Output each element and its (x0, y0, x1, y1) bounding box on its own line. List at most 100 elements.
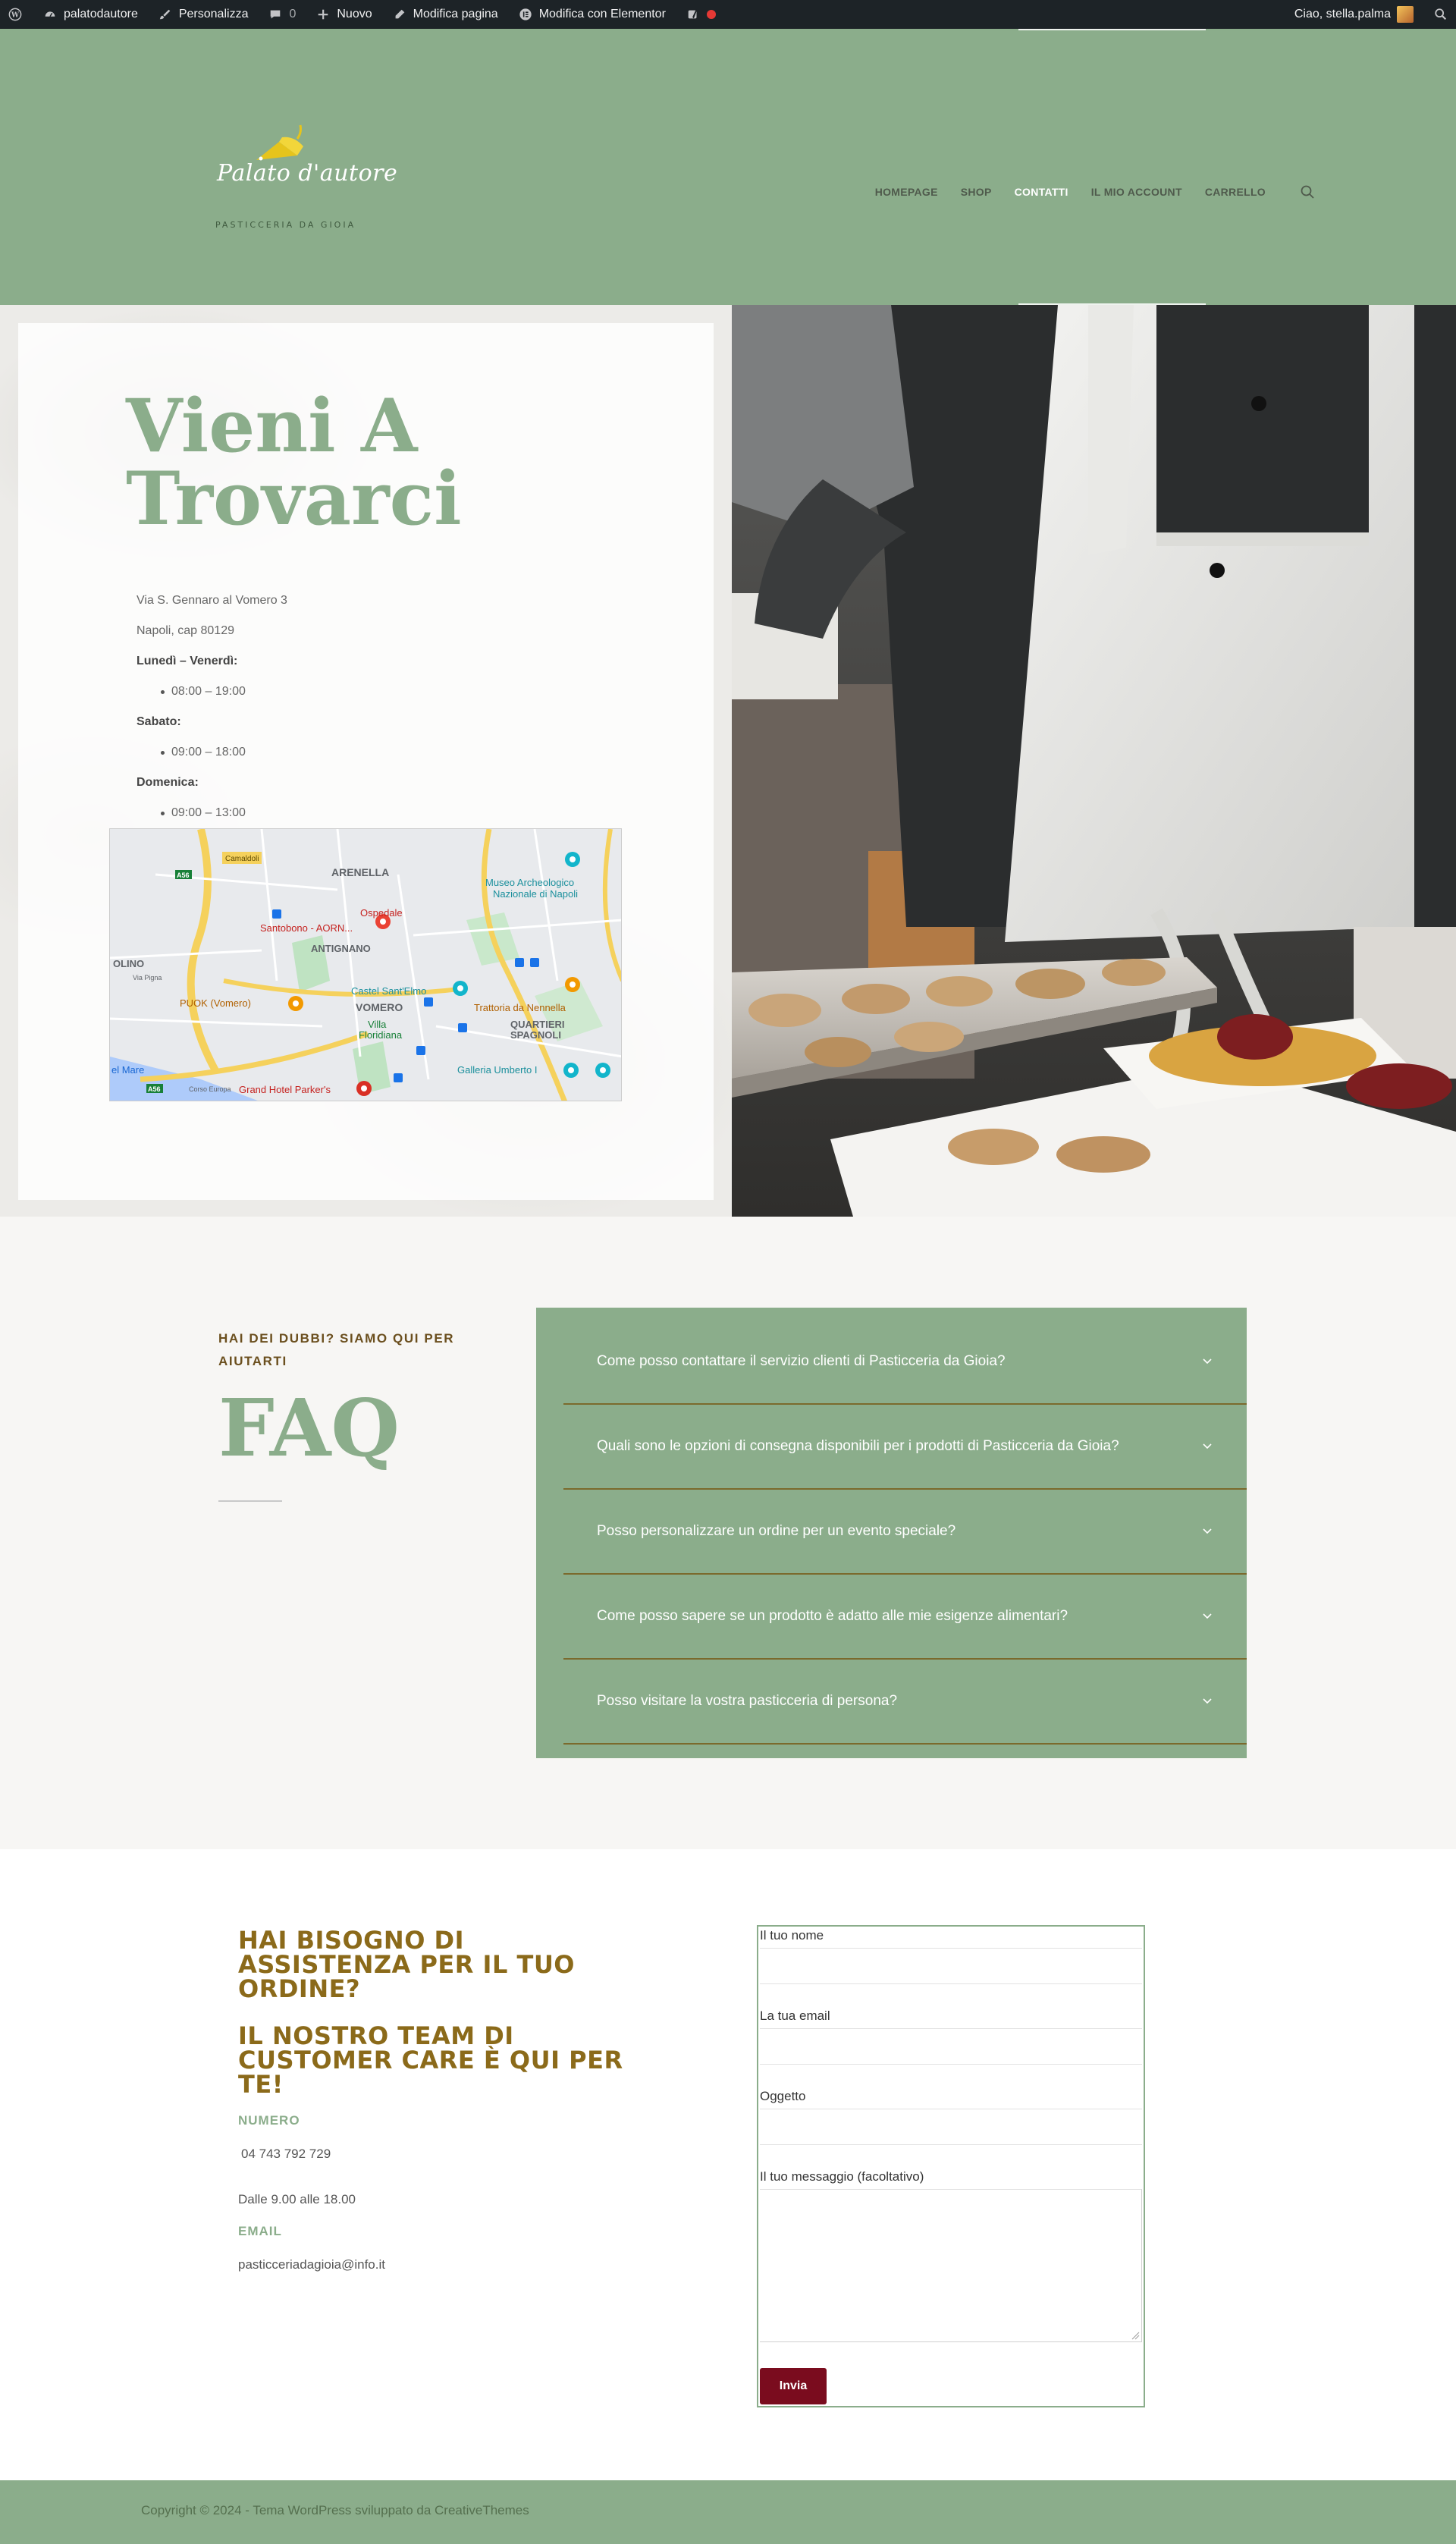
email-address[interactable]: pasticceriadagioia@info.it (238, 2257, 385, 2272)
site-header: Palato d'autore PASTICCERIA DA GIOIA HOM… (0, 29, 1456, 305)
map-label-antignano: ANTIGNANO (311, 943, 371, 954)
comment-bubble-icon (268, 7, 283, 22)
map-label-a56-2: A56 (148, 1085, 161, 1093)
hotel-pin-icon-dot (361, 1085, 367, 1091)
faq-item[interactable]: Quali sono le opzioni di consegna dispon… (563, 1405, 1247, 1490)
hero-left-panel: Vieni A Trovarci Via S. Gennaro al Vomer… (0, 305, 732, 1217)
landmark-pin-icon-dot (600, 1067, 606, 1073)
restaurant-pin-icon-dot (293, 1000, 299, 1007)
restaurant-pin-icon-dot (570, 981, 576, 988)
admin-elementor-button[interactable]: Modifica con Elementor (518, 0, 666, 29)
transit-stop-icon (515, 958, 524, 967)
faq-item[interactable]: Come posso sapere se un prodotto è adatt… (563, 1575, 1247, 1660)
hours-time-sunday: 09:00 – 13:00 (136, 798, 516, 828)
header-search-icon[interactable] (1299, 184, 1316, 200)
faq-title: FAQ (218, 1381, 400, 1475)
map-label-via-pigna: Via Pigna (133, 974, 162, 981)
support-hours: Dalle 9.00 alle 18.00 (238, 2192, 356, 2206)
support-email-block: EMAIL (238, 2224, 282, 2239)
seo-status-dot (706, 10, 716, 19)
map-label-villa-2: Floridiana (359, 1029, 403, 1041)
faq-question: Posso personalizzare un ordine per un ev… (597, 1523, 956, 1539)
hours-list-weekdays: 08:00 – 19:00 (136, 677, 516, 707)
hours-day-saturday: Sabato: (136, 715, 181, 728)
faq-item[interactable]: Posso visitare la vostra pasticceria di … (563, 1660, 1247, 1745)
map-label-arenella: ARENELLA (331, 866, 389, 878)
faq-list: Come posso contattare il servizio client… (563, 1320, 1247, 1745)
map-label-museo-2: Nazionale di Napoli (493, 888, 578, 900)
faq-item[interactable]: Come posso contattare il servizio client… (563, 1320, 1247, 1405)
faq-question: Come posso contattare il servizio client… (597, 1353, 1006, 1369)
search-icon (1433, 7, 1448, 22)
admin-bar: W palatodautore Personalizza 0 Nuovo Mod… (0, 0, 1456, 29)
paintbrush-icon (158, 7, 173, 22)
nav-item-il-mio-account[interactable]: IL MIO ACCOUNT (1091, 186, 1182, 198)
nav-item-homepage[interactable]: HOMEPAGE (875, 186, 938, 198)
support-hours-block: Dalle 9.00 alle 18.00 (238, 2192, 356, 2207)
logo-script-text: Palato d'autore (217, 160, 398, 187)
name-field[interactable] (760, 1948, 1142, 1984)
transit-stop-icon (530, 958, 539, 967)
nav-item-contatti[interactable]: CONTATTI (1015, 186, 1068, 198)
map-label-villa-1: Villa (368, 1019, 387, 1030)
subject-field[interactable] (760, 2109, 1142, 2145)
resize-grip-icon[interactable] (1131, 2331, 1140, 2340)
shopping-pin-icon-dot (568, 1067, 574, 1073)
faq-divider (218, 1500, 282, 1502)
message-textarea[interactable] (760, 2189, 1142, 2342)
hours-time-weekdays: 08:00 – 19:00 (136, 677, 516, 707)
nav-item-shop[interactable]: SHOP (961, 186, 992, 198)
email-field[interactable] (760, 2028, 1142, 2065)
admin-bar-right: Ciao, stella.palma (1294, 0, 1448, 29)
faq-question: Quali sono le opzioni di consegna dispon… (597, 1438, 1119, 1454)
map-label-quartieri-1: QUARTIERI (510, 1019, 565, 1030)
submit-button[interactable]: Invia (760, 2368, 827, 2404)
subject-field-label: Oggetto (760, 2089, 806, 2103)
number-label: NUMERO (238, 2113, 300, 2128)
map-label-corso: Corso Europa (189, 1085, 231, 1093)
elementor-icon (518, 7, 533, 22)
transit-stop-icon (272, 909, 281, 919)
faq-accordion: Come posso contattare il servizio client… (536, 1308, 1247, 1758)
admin-new-button[interactable]: Nuovo (315, 0, 372, 29)
admin-customize-button[interactable]: Personalizza (158, 0, 248, 29)
contact-info: Via S. Gennaro al Vomero 3 Napoli, cap 8… (136, 586, 516, 828)
nav-item-carrello[interactable]: CARRELLO (1205, 186, 1266, 198)
admin-site-name-button[interactable]: palatodautore (42, 0, 138, 29)
map-label-mare: el Mare (111, 1064, 144, 1076)
admin-edit-page-button[interactable]: Modifica pagina (392, 0, 498, 29)
message-field-label: Il tuo messaggio (facoltativo) (760, 2169, 924, 2184)
hero-section: Vieni A Trovarci Via S. Gennaro al Vomer… (0, 305, 1456, 1217)
map-label-trattoria: Trattoria da Nennella (474, 1002, 566, 1013)
hours-list-sunday: 09:00 – 13:00 (136, 798, 516, 828)
map-canvas: Camaldoli ARENELLA Museo ArcheologicoNazio… (110, 829, 621, 1101)
email-label: EMAIL (238, 2224, 282, 2238)
wordpress-icon: W (8, 7, 23, 22)
support-heading-1: HAI BISOGNO DI ASSISTENZA PER IL TUO ORD… (238, 1926, 575, 2003)
site-logo[interactable]: Palato d'autore PASTICCERIA DA GIOIA (212, 116, 397, 230)
faq-question: Posso visitare la vostra pasticceria di … (597, 1693, 898, 1709)
wordpress-logo-button[interactable]: W (8, 0, 23, 29)
admin-yoast-button[interactable] (686, 0, 716, 29)
museum-pin-icon-dot (457, 985, 463, 991)
admin-comments-button[interactable]: 0 (268, 0, 296, 29)
page-title: Vieni A Trovarci (126, 383, 462, 542)
admin-account-button[interactable]: Ciao, stella.palma (1294, 0, 1414, 29)
site-footer: Copyright © 2024 - Tema WordPress svilup… (0, 2480, 1456, 2544)
admin-comments-count: 0 (289, 8, 297, 20)
hours-list-saturday: 09:00 – 18:00 (136, 737, 516, 768)
transit-stop-icon (424, 997, 433, 1007)
hero-chef-photo (732, 305, 1456, 1217)
faq-question: Come posso sapere se un prodotto è adatt… (597, 1608, 1068, 1624)
support-email-value-block: pasticceriadagioia@info.it (238, 2257, 385, 2272)
map-label-galleria: Galleria Umberto I (457, 1064, 537, 1076)
map-label-hotel: Grand Hotel Parker's (239, 1084, 331, 1095)
admin-search-button[interactable] (1433, 0, 1448, 29)
phone-number[interactable]: 04 743 792 729 (241, 2147, 331, 2162)
admin-site-name: palatodautore (64, 8, 138, 20)
transit-stop-icon (458, 1023, 467, 1032)
avatar (1397, 6, 1414, 23)
location-map[interactable]: Camaldoli ARENELLA Museo Archeologico Nazio… (109, 828, 622, 1101)
faq-item[interactable]: Posso personalizzare un ordine per un ev… (563, 1490, 1247, 1575)
support-heading-2: IL NOSTRO TEAM DI CUSTOMER CARE È QUI PE… (238, 2021, 623, 2099)
